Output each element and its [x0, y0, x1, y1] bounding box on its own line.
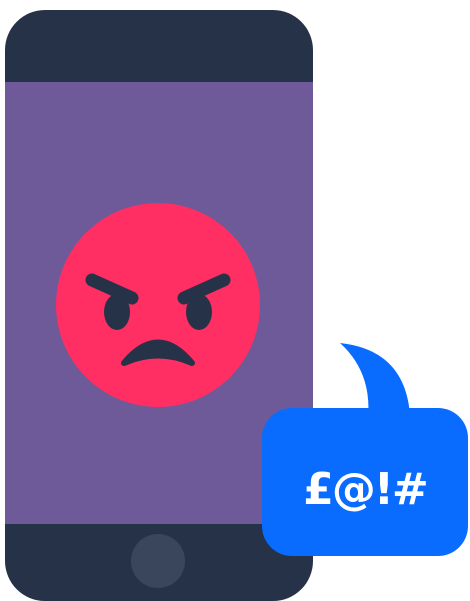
illustration: £@!#: [0, 0, 470, 601]
bubble-tail: [340, 343, 410, 418]
face-circle: [56, 203, 260, 407]
right-eye: [186, 294, 212, 330]
angry-face-icon: [56, 203, 260, 407]
left-eye: [104, 294, 130, 330]
bubble-text: £@!#: [303, 464, 429, 515]
home-button-icon[interactable]: [131, 534, 185, 588]
